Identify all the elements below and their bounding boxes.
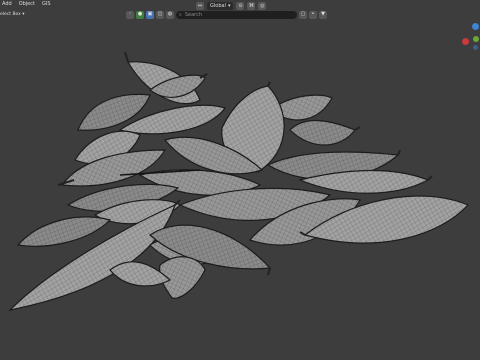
cursor-icon[interactable]: ◦ [126, 10, 134, 19]
transform-header: ↔ Global ▾ ⊙ ⌘ ◎ [196, 2, 267, 10]
menu-object[interactable]: Object [19, 0, 35, 9]
solid-shading-icon[interactable]: ▣ [146, 10, 154, 19]
filter-icon[interactable]: ▼ [319, 10, 327, 19]
sphere-icon[interactable]: ● [136, 10, 144, 19]
search-input[interactable]: ⌕ Search [176, 10, 297, 19]
search-placeholder: Search [184, 11, 202, 18]
overlay-icon[interactable]: ▢ [299, 10, 307, 19]
wireframe-icon[interactable]: ◫ [156, 10, 164, 19]
material-icon[interactable]: ◍ [166, 10, 174, 19]
orientation-icon[interactable]: ↔ [196, 2, 204, 10]
x-axis-icon[interactable] [462, 38, 469, 45]
leaf [16, 216, 112, 247]
select-box-dropdown[interactable]: elect Box ▾ [0, 11, 25, 18]
leaf-mesh[interactable] [0, 0, 480, 360]
y-axis-icon[interactable] [473, 36, 479, 42]
gizmo-neg-axis-icon[interactable] [473, 45, 478, 50]
z-axis-icon[interactable] [472, 23, 479, 30]
pivot-icon[interactable]: ⊙ [236, 2, 245, 10]
3d-viewport[interactable]: Add Object GIS elect Box ▾ ◦ ● ▣ ◫ ◍ ⌕ S… [0, 0, 480, 360]
snap-icon[interactable]: ⌘ [247, 2, 256, 10]
leaf [289, 119, 356, 146]
viewport-header: ◦ ● ▣ ◫ ◍ ⌕ Search ▢ • ▼ [126, 9, 354, 20]
dot-icon[interactable]: • [309, 10, 317, 19]
orientation-label: Global [210, 3, 226, 9]
proportional-icon[interactable]: ◎ [258, 2, 267, 10]
search-icon: ⌕ [179, 11, 182, 18]
chevron-down-icon: ▾ [227, 3, 231, 9]
menu-gis[interactable]: GIS [42, 0, 51, 9]
menu-add[interactable]: Add [2, 0, 12, 9]
orientation-dropdown[interactable]: Global ▾ [207, 2, 234, 10]
menu-bar: Add Object GIS [0, 0, 51, 9]
navigation-gizmo[interactable] [458, 22, 480, 54]
